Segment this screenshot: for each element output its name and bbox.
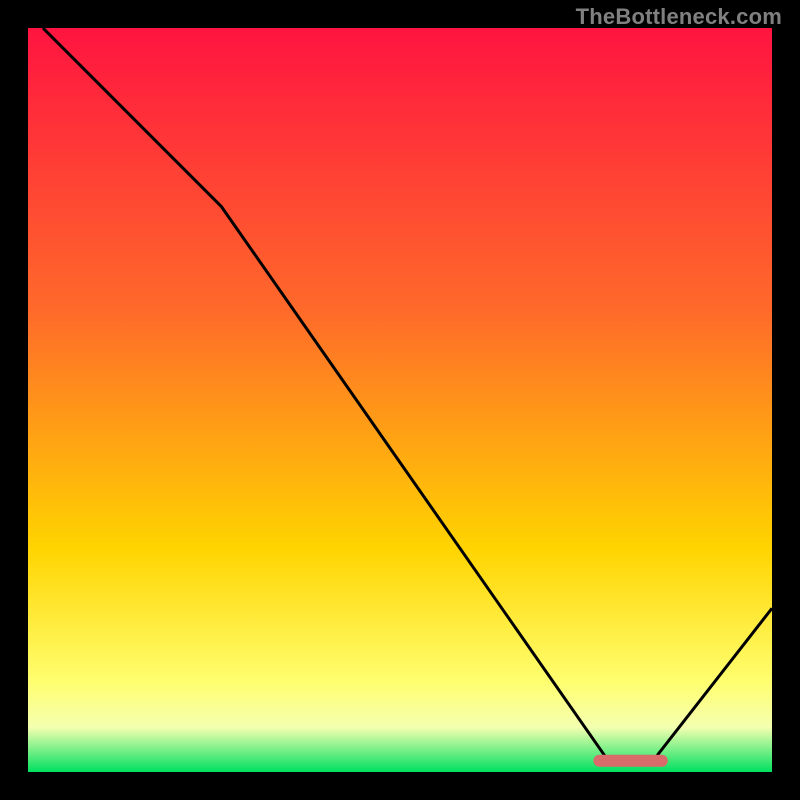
bottleneck-chart-svg	[28, 28, 772, 772]
gradient-background	[28, 28, 772, 772]
optimal-range-marker	[593, 755, 667, 767]
watermark-text: TheBottleneck.com	[576, 4, 782, 30]
chart-container: TheBottleneck.com	[0, 0, 800, 800]
plot-area	[28, 28, 772, 772]
